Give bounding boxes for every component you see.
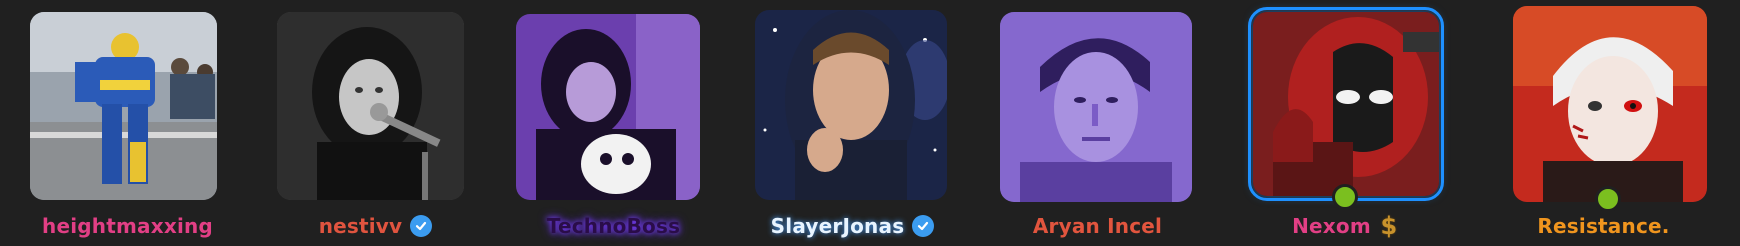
name-row: Nexom $ [1238,214,1453,238]
name-row: heightmaxxing [20,214,235,238]
online-status-dot [1332,184,1358,210]
member-card-aryan-incel[interactable]: Aryan Incel [970,0,1192,246]
avatar-nestivv[interactable] [277,12,464,200]
avatar-image-racing-driver [30,12,217,200]
name-row: nestivv [268,214,483,238]
username-label[interactable]: TechnoBoss [547,214,680,238]
avatar-heightmaxxing[interactable] [30,12,217,200]
avatar-slayerjonas[interactable] [755,10,947,200]
avatar-aryan-incel[interactable] [1000,12,1192,202]
avatar-image-singer [277,12,464,200]
online-status-dot [1595,186,1621,212]
username-label[interactable]: Aryan Incel [1033,214,1162,238]
avatar-technoboss[interactable] [516,14,700,200]
dollar-icon: $ [1380,212,1398,240]
member-card-slayerjonas[interactable]: SlayerJonas [725,0,947,246]
verified-badge-icon [912,215,935,237]
avatar-image-deadpool [1253,12,1439,196]
member-card-nexom[interactable]: Nexom $ [1218,0,1444,246]
username-label[interactable]: heightmaxxing [42,214,213,238]
member-avatar-strip: heightmaxxing nestivv TechnoBoss SlayerJ… [0,0,1740,246]
username-label[interactable]: Resistance. [1537,214,1669,238]
member-card-technoboss[interactable]: TechnoBoss [486,0,701,246]
username-label[interactable]: SlayerJonas [771,214,905,238]
member-card-resistance[interactable]: Resistance. [1460,0,1707,246]
name-row: Resistance. [1496,214,1711,238]
avatar-resistance[interactable] [1513,6,1707,202]
avatar-image-space-guy [755,10,947,200]
member-card-nestivv[interactable]: nestivv [248,0,464,246]
member-card-heightmaxxing[interactable]: heightmaxxing [0,0,217,246]
verified-badge-icon [410,215,433,237]
avatar-image-purple-man [1000,12,1192,202]
name-row: SlayerJonas [745,214,960,238]
username-label[interactable]: nestivv [319,214,403,238]
username-label[interactable]: Nexom [1292,214,1371,238]
avatar-nexom[interactable] [1248,7,1444,201]
name-row: TechnoBoss [506,214,721,238]
avatar-image-purple-girl [516,14,700,200]
avatar-image-anime-character [1513,6,1707,202]
name-row: Aryan Incel [990,214,1205,238]
